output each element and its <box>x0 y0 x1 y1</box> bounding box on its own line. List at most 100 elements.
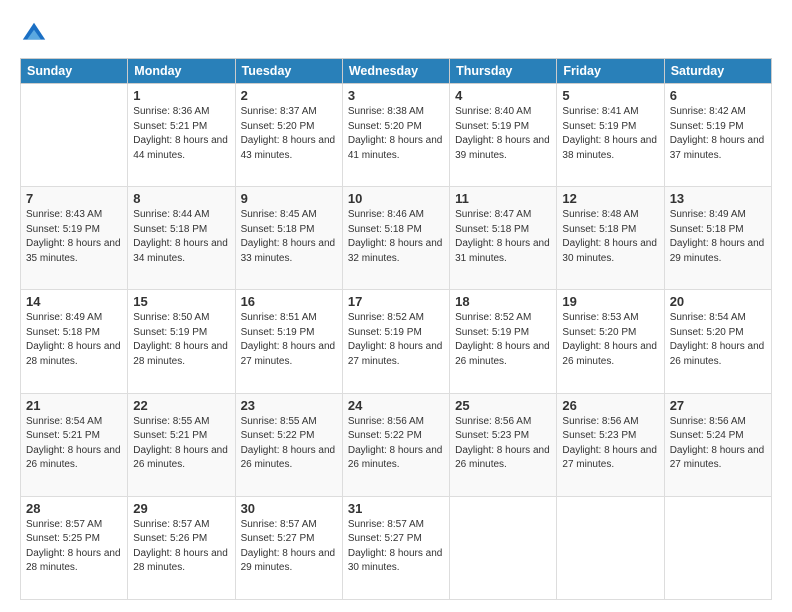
day-number: 18 <box>455 294 551 309</box>
calendar-cell: 30 Sunrise: 8:57 AMSunset: 5:27 PMDayligh… <box>235 496 342 599</box>
day-detail: Sunrise: 8:40 AMSunset: 5:19 PMDaylight:… <box>455 105 551 163</box>
day-detail: Sunrise: 8:52 AMSunset: 5:19 PMDaylight:… <box>455 311 551 369</box>
calendar-header-thursday: Thursday <box>450 59 557 84</box>
calendar-week-row: 14 Sunrise: 8:49 AMSunset: 5:18 PMDayligh… <box>21 290 772 393</box>
day-detail: Sunrise: 8:47 AMSunset: 5:18 PMDaylight:… <box>455 208 551 266</box>
calendar-cell: 12Sunrise: 8:48 AMSunset: 5:18 PMDayligh… <box>557 187 664 290</box>
day-number: 22 <box>133 398 229 413</box>
day-detail: Sunrise: 8:57 AMSunset: 5:26 PMDaylight:… <box>133 518 229 576</box>
calendar-cell: 21 Sunrise: 8:54 AMSunset: 5:21 PMDayligh… <box>21 393 128 496</box>
day-number: 9 <box>241 191 337 206</box>
calendar-cell: 15 Sunrise: 8:50 AMSunset: 5:19 PMDayligh… <box>128 290 235 393</box>
calendar-cell: 23 Sunrise: 8:55 AMSunset: 5:22 PMDayligh… <box>235 393 342 496</box>
day-number: 24 <box>348 398 444 413</box>
day-detail: Sunrise: 8:57 AMSunset: 5:27 PMDaylight:… <box>241 518 337 576</box>
calendar-week-row: 21 Sunrise: 8:54 AMSunset: 5:21 PMDayligh… <box>21 393 772 496</box>
day-detail: Sunrise: 8:54 AMSunset: 5:21 PMDaylight:… <box>26 415 122 473</box>
day-number: 30 <box>241 501 337 516</box>
day-number: 20 <box>670 294 766 309</box>
day-number: 26 <box>562 398 658 413</box>
calendar-cell: 11 Sunrise: 8:47 AMSunset: 5:18 PMDayligh… <box>450 187 557 290</box>
day-number: 28 <box>26 501 122 516</box>
calendar-cell: 28 Sunrise: 8:57 AMSunset: 5:25 PMDayligh… <box>21 496 128 599</box>
day-number: 7 <box>26 191 122 206</box>
calendar-cell: 14 Sunrise: 8:49 AMSunset: 5:18 PMDayligh… <box>21 290 128 393</box>
day-number: 29 <box>133 501 229 516</box>
calendar-header-row: SundayMondayTuesdayWednesdayThursdayFrid… <box>21 59 772 84</box>
day-detail: Sunrise: 8:51 AMSunset: 5:19 PMDaylight:… <box>241 311 337 369</box>
day-detail: Sunrise: 8:46 AMSunset: 5:18 PMDaylight:… <box>348 208 444 266</box>
day-number: 21 <box>26 398 122 413</box>
calendar-table: SundayMondayTuesdayWednesdayThursdayFrid… <box>20 58 772 600</box>
day-number: 25 <box>455 398 551 413</box>
day-detail: Sunrise: 8:48 AMSunset: 5:18 PMDaylight:… <box>562 208 658 266</box>
day-detail: Sunrise: 8:53 AMSunset: 5:20 PMDaylight:… <box>562 311 658 369</box>
day-detail: Sunrise: 8:52 AMSunset: 5:19 PMDaylight:… <box>348 311 444 369</box>
calendar-header-wednesday: Wednesday <box>342 59 449 84</box>
calendar-cell <box>21 84 128 187</box>
calendar-cell: 9 Sunrise: 8:45 AMSunset: 5:18 PMDaylight… <box>235 187 342 290</box>
day-number: 6 <box>670 88 766 103</box>
day-number: 13 <box>670 191 766 206</box>
day-number: 19 <box>562 294 658 309</box>
day-detail: Sunrise: 8:57 AMSunset: 5:25 PMDaylight:… <box>26 518 122 576</box>
day-number: 4 <box>455 88 551 103</box>
calendar-cell: 20 Sunrise: 8:54 AMSunset: 5:20 PMDayligh… <box>664 290 771 393</box>
calendar-week-row: 7Sunrise: 8:43 AMSunset: 5:19 PMDaylight… <box>21 187 772 290</box>
calendar-cell: 26Sunrise: 8:56 AMSunset: 5:23 PMDayligh… <box>557 393 664 496</box>
calendar-cell: 2Sunrise: 8:37 AMSunset: 5:20 PMDaylight… <box>235 84 342 187</box>
day-detail: Sunrise: 8:42 AMSunset: 5:19 PMDaylight:… <box>670 105 766 163</box>
calendar-cell: 24 Sunrise: 8:56 AMSunset: 5:22 PMDayligh… <box>342 393 449 496</box>
day-detail: Sunrise: 8:49 AMSunset: 5:18 PMDaylight:… <box>670 208 766 266</box>
day-number: 11 <box>455 191 551 206</box>
day-number: 16 <box>241 294 337 309</box>
calendar-cell: 25 Sunrise: 8:56 AMSunset: 5:23 PMDayligh… <box>450 393 557 496</box>
day-number: 23 <box>241 398 337 413</box>
calendar-cell: 1 Sunrise: 8:36 AMSunset: 5:21 PMDaylight… <box>128 84 235 187</box>
day-number: 31 <box>348 501 444 516</box>
day-detail: Sunrise: 8:54 AMSunset: 5:20 PMDaylight:… <box>670 311 766 369</box>
day-detail: Sunrise: 8:55 AMSunset: 5:22 PMDaylight:… <box>241 415 337 473</box>
day-number: 1 <box>133 88 229 103</box>
calendar-cell: 19 Sunrise: 8:53 AMSunset: 5:20 PMDayligh… <box>557 290 664 393</box>
calendar-header-saturday: Saturday <box>664 59 771 84</box>
day-detail: Sunrise: 8:38 AMSunset: 5:20 PMDaylight:… <box>348 105 444 163</box>
calendar-header-monday: Monday <box>128 59 235 84</box>
day-detail: Sunrise: 8:49 AMSunset: 5:18 PMDaylight:… <box>26 311 122 369</box>
calendar-cell: 5Sunrise: 8:41 AMSunset: 5:19 PMDaylight… <box>557 84 664 187</box>
page-container: SundayMondayTuesdayWednesdayThursdayFrid… <box>0 0 792 612</box>
day-detail: Sunrise: 8:50 AMSunset: 5:19 PMDaylight:… <box>133 311 229 369</box>
day-detail: Sunrise: 8:56 AMSunset: 5:24 PMDaylight:… <box>670 415 766 473</box>
logo-icon <box>20 20 48 48</box>
calendar-cell: 8Sunrise: 8:44 AMSunset: 5:18 PMDaylight… <box>128 187 235 290</box>
calendar-cell <box>557 496 664 599</box>
day-number: 14 <box>26 294 122 309</box>
day-detail: Sunrise: 8:56 AMSunset: 5:22 PMDaylight:… <box>348 415 444 473</box>
calendar-cell: 29 Sunrise: 8:57 AMSunset: 5:26 PMDayligh… <box>128 496 235 599</box>
day-detail: Sunrise: 8:55 AMSunset: 5:21 PMDaylight:… <box>133 415 229 473</box>
day-number: 15 <box>133 294 229 309</box>
calendar-header-tuesday: Tuesday <box>235 59 342 84</box>
calendar-cell: 4 Sunrise: 8:40 AMSunset: 5:19 PMDaylight… <box>450 84 557 187</box>
page-header <box>20 18 772 48</box>
day-detail: Sunrise: 8:57 AMSunset: 5:27 PMDaylight:… <box>348 518 444 576</box>
day-number: 2 <box>241 88 337 103</box>
calendar-cell: 18 Sunrise: 8:52 AMSunset: 5:19 PMDayligh… <box>450 290 557 393</box>
day-detail: Sunrise: 8:41 AMSunset: 5:19 PMDaylight:… <box>562 105 658 163</box>
calendar-cell: 3Sunrise: 8:38 AMSunset: 5:20 PMDaylight… <box>342 84 449 187</box>
day-detail: Sunrise: 8:36 AMSunset: 5:21 PMDaylight:… <box>133 105 229 163</box>
calendar-week-row: 1 Sunrise: 8:36 AMSunset: 5:21 PMDaylight… <box>21 84 772 187</box>
logo <box>20 18 52 48</box>
calendar-cell: 27 Sunrise: 8:56 AMSunset: 5:24 PMDayligh… <box>664 393 771 496</box>
calendar-header-sunday: Sunday <box>21 59 128 84</box>
calendar-week-row: 28 Sunrise: 8:57 AMSunset: 5:25 PMDayligh… <box>21 496 772 599</box>
calendar-cell: 10Sunrise: 8:46 AMSunset: 5:18 PMDayligh… <box>342 187 449 290</box>
day-detail: Sunrise: 8:45 AMSunset: 5:18 PMDaylight:… <box>241 208 337 266</box>
calendar-cell <box>664 496 771 599</box>
day-detail: Sunrise: 8:56 AMSunset: 5:23 PMDaylight:… <box>455 415 551 473</box>
calendar-cell: 22 Sunrise: 8:55 AMSunset: 5:21 PMDayligh… <box>128 393 235 496</box>
calendar-header-friday: Friday <box>557 59 664 84</box>
day-number: 8 <box>133 191 229 206</box>
calendar-cell: 16 Sunrise: 8:51 AMSunset: 5:19 PMDayligh… <box>235 290 342 393</box>
day-number: 27 <box>670 398 766 413</box>
